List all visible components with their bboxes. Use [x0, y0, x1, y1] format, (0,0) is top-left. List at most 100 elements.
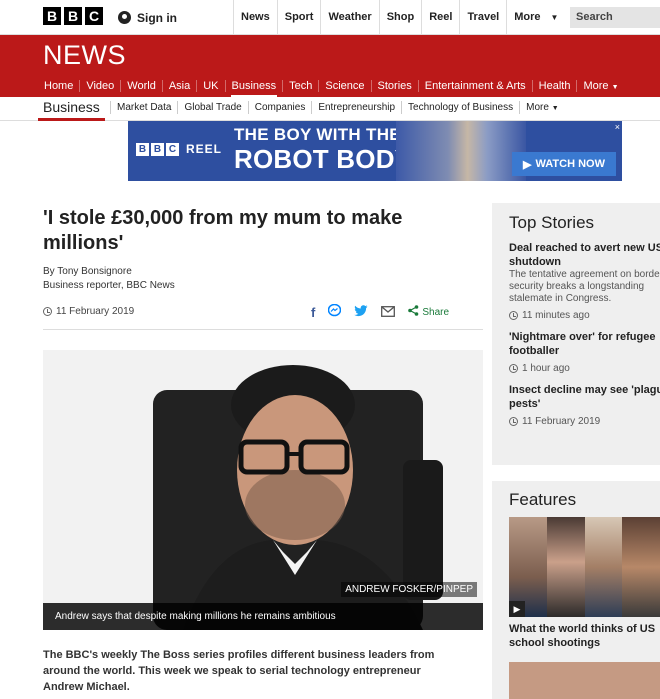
- ad-banner[interactable]: B B C REEL THE BOY WITH THE ROBOT BODY ▶…: [128, 121, 622, 181]
- byline: By Tony Bonsignore Business reporter, BB…: [43, 265, 175, 293]
- features-title: Features: [509, 490, 577, 509]
- watch-now-button[interactable]: ▶ WATCH NOW: [512, 152, 616, 176]
- play-icon[interactable]: ▶: [509, 601, 525, 617]
- image-credit: ANDREW FOSKER/PINPEP: [341, 582, 477, 597]
- article-headline: 'I stole £30,000 from my mum to make mil…: [43, 207, 403, 254]
- top-nav-news[interactable]: News: [233, 0, 277, 35]
- feature-image[interactable]: [509, 662, 660, 699]
- top-nav-shop[interactable]: Shop: [378, 0, 422, 35]
- top-nav-reel[interactable]: Reel: [421, 0, 459, 35]
- signin-link[interactable]: Sign in: [112, 0, 232, 35]
- news-nav-home[interactable]: Home: [38, 80, 81, 92]
- news-header: NEWS Home Video World Asia UK Business T…: [0, 35, 660, 98]
- chevron-down-icon: ▼: [550, 13, 559, 22]
- news-nav-video[interactable]: Video: [80, 80, 122, 92]
- feature-image[interactable]: [509, 517, 660, 617]
- top-story-time-text: 11 February 2019: [522, 416, 601, 427]
- top-story-item[interactable]: Deal reached to avert new US shutdown Th…: [509, 241, 660, 321]
- top-story-time: 1 hour ago: [509, 363, 660, 374]
- email-icon[interactable]: [381, 305, 396, 320]
- news-nav: Home Video World Asia UK Business Tech S…: [38, 75, 625, 98]
- top-nav-more[interactable]: More ▼: [506, 0, 565, 35]
- news-nav-more-label: More: [583, 80, 609, 92]
- play-icon: ▶: [523, 158, 532, 171]
- bbc-logo-letter: B: [43, 7, 61, 25]
- subnav-technology-of-business[interactable]: Technology of Business: [401, 101, 519, 114]
- news-nav-business[interactable]: Business: [226, 80, 284, 98]
- top-story-title: shutdown: [509, 256, 561, 268]
- search-input[interactable]: Search: [570, 7, 660, 28]
- top-story-summary: security breaks a longstanding: [509, 281, 645, 292]
- top-nav-travel[interactable]: Travel: [459, 0, 506, 35]
- top-bar: B B C Sign in News Sport Weather Shop Re…: [0, 0, 660, 35]
- clock-icon: [509, 311, 518, 320]
- feature-title[interactable]: What the world thinks of US school shoot…: [509, 622, 655, 650]
- chevron-down-icon: ▼: [551, 105, 559, 112]
- bbc-logo[interactable]: B B C: [43, 7, 103, 25]
- clock-icon: [43, 307, 52, 316]
- section-home-link[interactable]: Business: [38, 99, 105, 121]
- top-story-time-text: 1 hour ago: [522, 363, 570, 374]
- top-nav: News Sport Weather Shop Reel Travel More…: [233, 0, 565, 35]
- top-story-summary: stalemate in Congress.: [509, 293, 612, 304]
- clock-icon: [509, 417, 518, 426]
- clock-icon: [509, 364, 518, 373]
- share-button[interactable]: Share: [408, 305, 449, 319]
- news-logo[interactable]: NEWS: [43, 40, 126, 71]
- top-nav-weather[interactable]: Weather: [320, 0, 378, 35]
- bbc-logo-letter: C: [85, 7, 103, 25]
- twitter-icon[interactable]: [354, 304, 368, 320]
- news-nav-science[interactable]: Science: [319, 80, 372, 92]
- subnav-entrepreneurship[interactable]: Entrepreneurship: [311, 101, 401, 114]
- author-name: By Tony Bonsignore: [43, 266, 132, 277]
- top-story-title: Insect decline may see 'plagu: [509, 384, 660, 396]
- subnav-market-data[interactable]: Market Data: [110, 101, 177, 114]
- facebook-icon[interactable]: f: [311, 305, 315, 320]
- article-meta: 11 February 2019 f Share: [43, 303, 483, 330]
- top-story-time: 11 February 2019: [509, 416, 660, 427]
- top-story-title: pests': [509, 398, 541, 410]
- ad-logo-letter: B: [151, 143, 164, 156]
- top-nav-sport[interactable]: Sport: [276, 0, 321, 35]
- signin-label: Sign in: [137, 10, 177, 25]
- article-photo: ANDREW FOSKER/PINPEP Andrew says that de…: [43, 350, 483, 630]
- chevron-down-icon: ▼: [611, 84, 619, 91]
- top-story-item[interactable]: 'Nightmare over' for refugee footballer …: [509, 330, 660, 374]
- ad-image: [396, 121, 526, 181]
- news-nav-entertainment[interactable]: Entertainment & Arts: [419, 80, 533, 92]
- ad-logo-letter: B: [136, 143, 149, 156]
- news-nav-more[interactable]: More ▼: [577, 80, 624, 92]
- ad-logo-letter: C: [166, 143, 179, 156]
- news-nav-tech[interactable]: Tech: [283, 80, 320, 92]
- news-nav-world[interactable]: World: [121, 80, 163, 92]
- subnav-global-trade[interactable]: Global Trade: [177, 101, 247, 114]
- news-nav-uk[interactable]: UK: [197, 80, 226, 92]
- share-icon: [408, 305, 419, 319]
- top-story-title: 'Nightmare over' for refugee: [509, 331, 656, 343]
- article-date-text: 11 February 2019: [56, 306, 135, 317]
- subnav-more[interactable]: More ▼: [519, 101, 565, 114]
- share-tools: f Share: [311, 303, 449, 320]
- messenger-icon[interactable]: [328, 303, 342, 320]
- top-nav-more-label: More: [514, 11, 541, 23]
- section-subnav: Business Market Data Global Trade Compan…: [0, 97, 660, 121]
- top-stories-title: Top Stories: [509, 213, 595, 232]
- author-role: Business reporter, BBC News: [43, 280, 175, 291]
- user-icon: [118, 11, 131, 24]
- features-panel: Features ▶ What the world thinks of US s…: [492, 481, 660, 699]
- bbc-logo-letter: B: [64, 7, 82, 25]
- ad-headline-line2: ROBOT BODY: [234, 144, 413, 174]
- news-nav-health[interactable]: Health: [533, 80, 578, 92]
- news-nav-asia[interactable]: Asia: [163, 80, 198, 92]
- share-label: Share: [422, 306, 450, 318]
- subnav-companies[interactable]: Companies: [247, 101, 312, 114]
- image-caption: Andrew says that despite making millions…: [43, 603, 483, 630]
- top-story-item[interactable]: Insect decline may see 'plagu pests' 11 …: [509, 383, 660, 427]
- top-story-time: 11 minutes ago: [509, 310, 660, 321]
- top-story-title: Deal reached to avert new US: [509, 242, 660, 254]
- news-nav-stories[interactable]: Stories: [372, 80, 419, 92]
- ad-reel-label: REEL: [186, 142, 223, 156]
- ad-bbc-logo: B B C: [136, 143, 179, 156]
- close-icon[interactable]: ×: [615, 122, 620, 132]
- article-date: 11 February 2019: [43, 306, 134, 317]
